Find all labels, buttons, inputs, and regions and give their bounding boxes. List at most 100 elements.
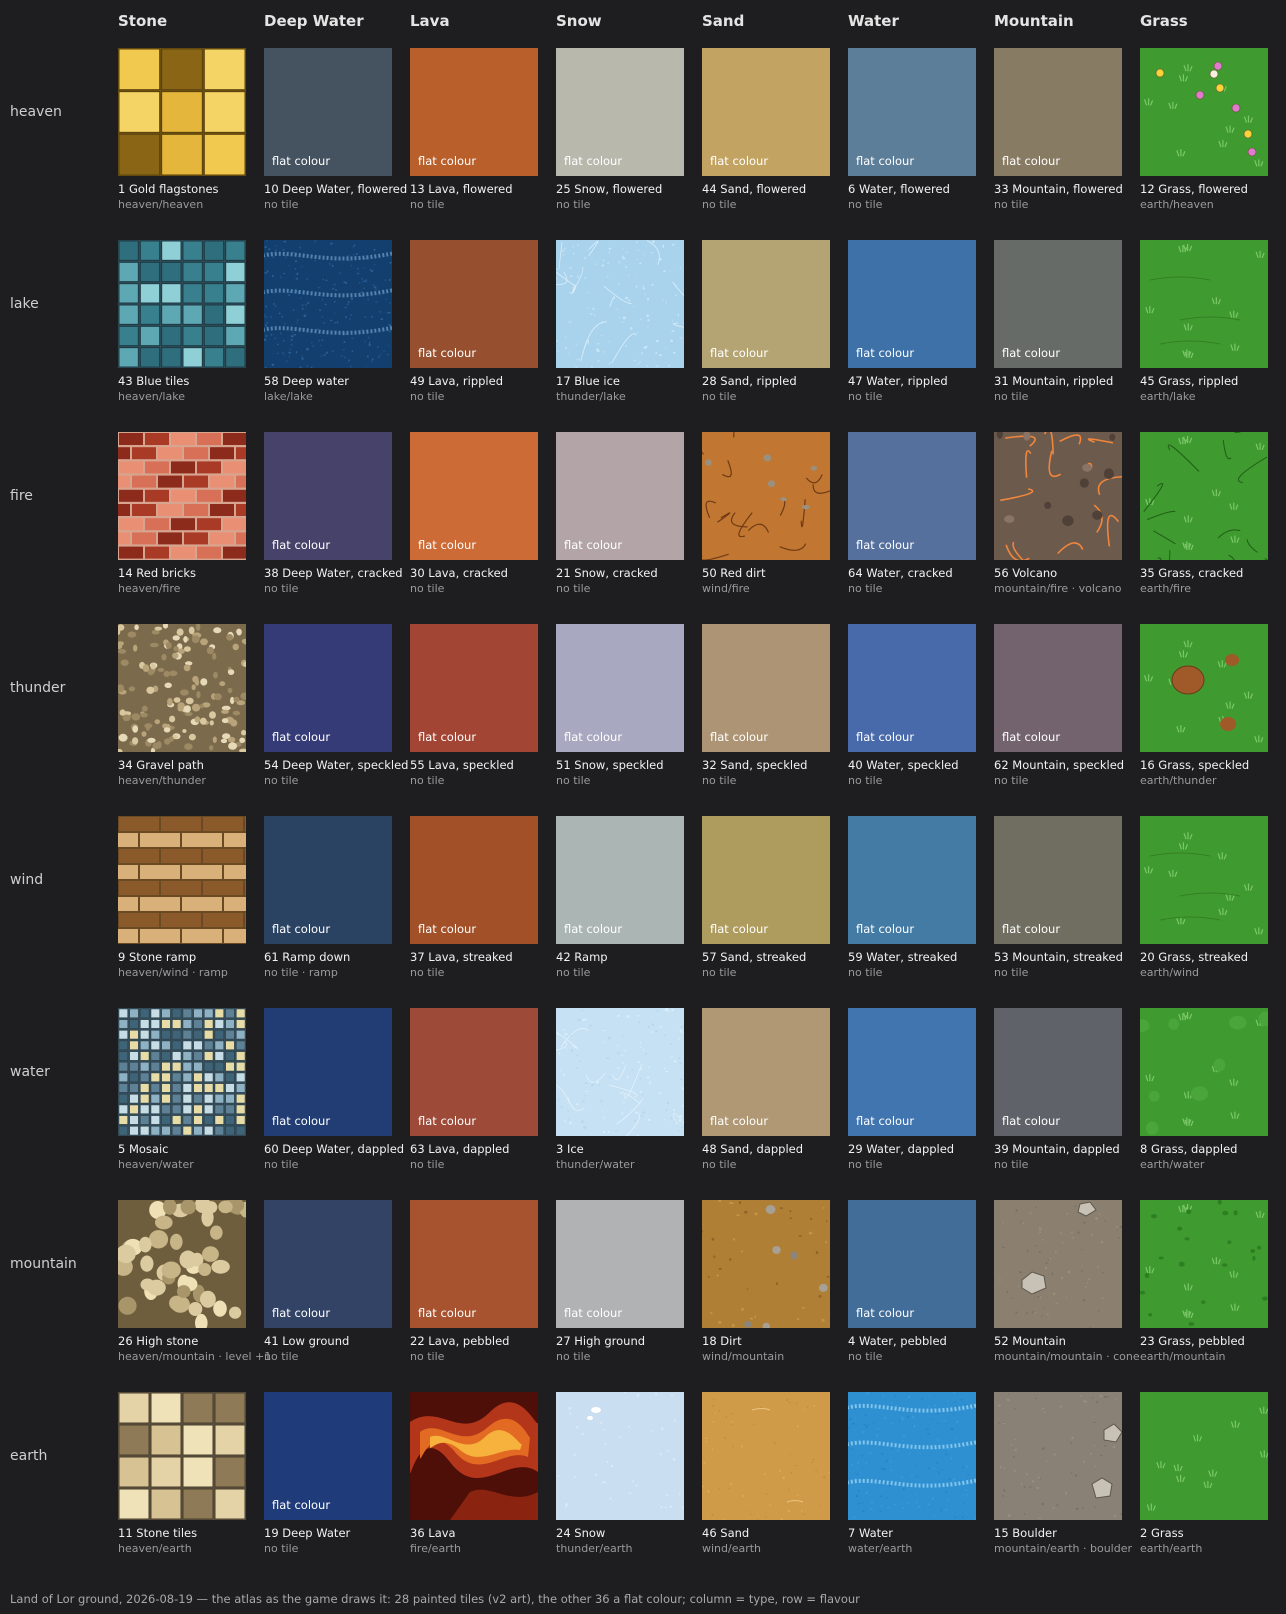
tile-name: 7 Water	[848, 1526, 893, 1540]
tile-cell[interactable]: 35 Grass, cracked earth/fire	[1140, 432, 1286, 612]
tile-cell[interactable]: flat colour 30 Lava, cracked no tile	[410, 432, 556, 612]
tile-cell[interactable]: 18 Dirt wind/mountain	[702, 1200, 848, 1380]
tile-cell[interactable]: flat colour 59 Water, streaked no tile	[848, 816, 994, 996]
tile-cell[interactable]: 20 Grass, streaked earth/wind	[1140, 816, 1286, 996]
flat-colour-label: flat colour	[564, 154, 623, 168]
tile-cell[interactable]: flat colour 51 Snow, speckled no tile	[556, 624, 702, 804]
tile-cell[interactable]: flat colour 62 Mountain, speckled no tile	[994, 624, 1140, 804]
tile-name: 19 Deep Water	[264, 1526, 351, 1540]
tile-cell[interactable]: flat colour 54 Deep Water, speckled no til…	[264, 624, 410, 804]
tile-name: 37 Lava, streaked	[410, 950, 513, 964]
tile-cell[interactable]: flat colour 48 Sand, dappled no tile	[702, 1008, 848, 1188]
flat-colour-label: flat colour	[564, 1306, 623, 1320]
tile-cell[interactable]: flat colour 53 Mountain, streaked no tile	[994, 816, 1140, 996]
tile-cell[interactable]: flat colour 32 Sand, speckled no tile	[702, 624, 848, 804]
tile-cell[interactable]: 11 Stone tiles heaven/earth	[118, 1392, 264, 1572]
flat-colour-label: flat colour	[418, 730, 477, 744]
tile-source: earth/heaven	[1140, 198, 1214, 211]
tile-cell[interactable]: 15 Boulder mountain/earth · boulder	[994, 1392, 1140, 1572]
tile-cell[interactable]: flat colour 21 Snow, cracked no tile	[556, 432, 702, 612]
tile-cell[interactable]: 7 Water water/earth	[848, 1392, 994, 1572]
flat-colour-label: flat colour	[1002, 154, 1061, 168]
tile-cell[interactable]: 34 Gravel path heaven/thunder	[118, 624, 264, 804]
tile-cell[interactable]: flat colour 28 Sand, rippled no tile	[702, 240, 848, 420]
tile-cell[interactable]: 14 Red bricks heaven/fire	[118, 432, 264, 612]
tile-cell[interactable]: 52 Mountain mountain/mountain · cone	[994, 1200, 1140, 1380]
tile-cell[interactable]: 1 Gold flagstones heaven/heaven	[118, 48, 264, 228]
tile-cell[interactable]: flat colour 39 Mountain, dappled no tile	[994, 1008, 1140, 1188]
tile-source: earth/lake	[1140, 390, 1196, 403]
tile-name: 18 Dirt	[702, 1334, 742, 1348]
tile-cell[interactable]: flat colour 6 Water, flowered no tile	[848, 48, 994, 228]
tile-cell[interactable]: flat colour 27 High ground no tile	[556, 1200, 702, 1380]
row-header-heaven: heaven	[10, 104, 62, 120]
tile-name: 51 Snow, speckled	[556, 758, 664, 772]
tile-cell[interactable]: 9 Stone ramp heaven/wind · ramp	[118, 816, 264, 996]
tile-cell[interactable]: flat colour 44 Sand, flowered no tile	[702, 48, 848, 228]
tile-cell[interactable]: 5 Mosaic heaven/water	[118, 1008, 264, 1188]
tile-cell[interactable]: flat colour 25 Snow, flowered no tile	[556, 48, 702, 228]
tile-cell[interactable]: 17 Blue ice thunder/lake	[556, 240, 702, 420]
tile-cell[interactable]: flat colour 60 Deep Water, dappled no tile	[264, 1008, 410, 1188]
flat-colour-swatch: flat colour	[410, 1008, 538, 1136]
tile-name: 64 Water, cracked	[848, 566, 953, 580]
tile-cell[interactable]: flat colour 31 Mountain, rippled no tile	[994, 240, 1140, 420]
tile-cell[interactable]: 36 Lava fire/earth	[410, 1392, 556, 1572]
tile-cell[interactable]: 23 Grass, pebbled earth/mountain	[1140, 1200, 1286, 1380]
tile-cell[interactable]: 2 Grass earth/earth	[1140, 1392, 1286, 1572]
tile-cell[interactable]: flat colour 29 Water, dappled no tile	[848, 1008, 994, 1188]
tile-cell[interactable]: flat colour 4 Water, pebbled no tile	[848, 1200, 994, 1380]
column-header-mountain: Mountain	[994, 12, 1074, 30]
tile-cell[interactable]: flat colour 13 Lava, flowered no tile	[410, 48, 556, 228]
tile-name: 27 High ground	[556, 1334, 646, 1348]
tile-name: 8 Grass, dappled	[1140, 1142, 1238, 1156]
tile-cell[interactable]: 12 Grass, flowered earth/heaven	[1140, 48, 1286, 228]
tile-cell[interactable]: flat colour 55 Lava, speckled no tile	[410, 624, 556, 804]
tile-source: heaven/mountain · level +1	[118, 1350, 272, 1363]
tile-cell[interactable]: flat colour 63 Lava, dappled no tile	[410, 1008, 556, 1188]
tile-source: no tile	[264, 1158, 299, 1171]
tile-cell[interactable]: flat colour 49 Lava, rippled no tile	[410, 240, 556, 420]
tile-cell[interactable]: 24 Snow thunder/earth	[556, 1392, 702, 1572]
gold-flagstones-tile-icon	[118, 48, 246, 176]
flat-colour-swatch: flat colour	[410, 1200, 538, 1328]
tile-cell[interactable]: flat colour 19 Deep Water no tile	[264, 1392, 410, 1572]
tile-source: no tile	[264, 774, 299, 787]
flat-colour-swatch: flat colour	[410, 624, 538, 752]
tile-cell[interactable]: flat colour 42 Ramp no tile	[556, 816, 702, 996]
tile-cell[interactable]: flat colour 64 Water, cracked no tile	[848, 432, 994, 612]
tile-source: heaven/earth	[118, 1542, 192, 1555]
tile-cell[interactable]: flat colour 40 Water, speckled no tile	[848, 624, 994, 804]
flat-colour-swatch: flat colour	[994, 1008, 1122, 1136]
tile-cell[interactable]: 3 Ice thunder/water	[556, 1008, 702, 1188]
tile-cell[interactable]: 8 Grass, dappled earth/water	[1140, 1008, 1286, 1188]
tile-cell[interactable]: 43 Blue tiles heaven/lake	[118, 240, 264, 420]
flat-colour-swatch: flat colour	[410, 432, 538, 560]
flat-colour-label: flat colour	[564, 922, 623, 936]
tile-cell[interactable]: flat colour 57 Sand, streaked no tile	[702, 816, 848, 996]
tile-cell[interactable]: flat colour 33 Mountain, flowered no tile	[994, 48, 1140, 228]
tile-cell[interactable]: flat colour 10 Deep Water, flowered no til…	[264, 48, 410, 228]
tile-source: no tile	[556, 582, 591, 595]
tile-cell[interactable]: 46 Sand wind/earth	[702, 1392, 848, 1572]
tile-cell[interactable]: 50 Red dirt wind/fire	[702, 432, 848, 612]
tile-cell[interactable]: flat colour 47 Water, rippled no tile	[848, 240, 994, 420]
tile-name: 56 Volcano	[994, 566, 1058, 580]
flat-colour-label: flat colour	[856, 730, 915, 744]
tile-source: wind/mountain	[702, 1350, 785, 1363]
tile-cell[interactable]: 56 Volcano mountain/fire · volcano	[994, 432, 1140, 612]
flat-colour-label: flat colour	[564, 538, 623, 552]
tile-cell[interactable]: 45 Grass, rippled earth/lake	[1140, 240, 1286, 420]
tile-cell[interactable]: 26 High stone heaven/mountain · level +1	[118, 1200, 271, 1380]
row-header-fire: fire	[10, 488, 33, 504]
tile-cell[interactable]: flat colour 38 Deep Water, cracked no tile	[264, 432, 410, 612]
tile-cell[interactable]: flat colour 37 Lava, streaked no tile	[410, 816, 556, 996]
tile-cell[interactable]: flat colour 22 Lava, pebbled no tile	[410, 1200, 556, 1380]
tile-cell[interactable]: 58 Deep water lake/lake	[264, 240, 410, 420]
tile-cell[interactable]: flat colour 61 Ramp down no tile · ramp	[264, 816, 410, 996]
flat-colour-label: flat colour	[1002, 922, 1061, 936]
tile-source: earth/water	[1140, 1158, 1205, 1171]
tile-cell[interactable]: flat colour 41 Low ground no tile	[264, 1200, 410, 1380]
tile-cell[interactable]: 16 Grass, speckled earth/thunder	[1140, 624, 1286, 804]
stone-tiles-tile-icon	[118, 1392, 246, 1520]
